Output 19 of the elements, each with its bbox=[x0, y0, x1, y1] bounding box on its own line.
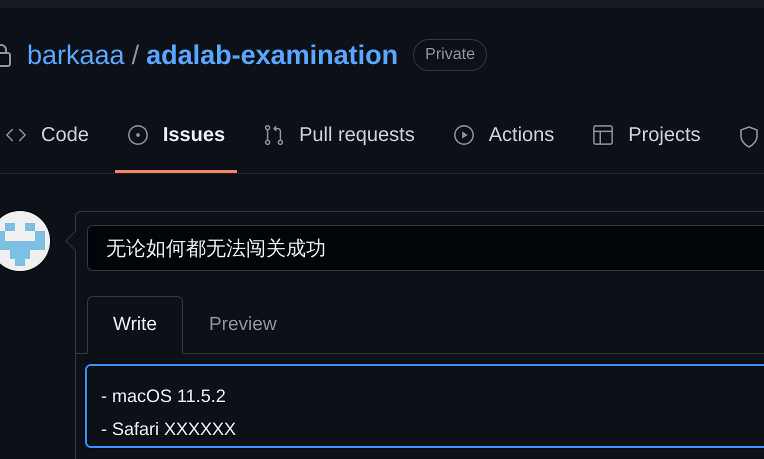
visibility-label: Private bbox=[413, 39, 487, 71]
nav-tab[interactable]: Code bbox=[0, 110, 101, 173]
pull-request-icon bbox=[263, 124, 286, 146]
owner-link[interactable]: barkaaa bbox=[27, 34, 125, 76]
nav-tab[interactable]: Projects bbox=[580, 110, 713, 173]
editor-tab[interactable]: Preview bbox=[182, 296, 303, 354]
table-icon bbox=[592, 124, 614, 146]
title-field[interactable]: 无论如何都无法闯关成功 bbox=[87, 225, 764, 271]
path-separator: / bbox=[132, 38, 140, 72]
nav-tab[interactable]: Issues bbox=[114, 110, 238, 173]
repo-name-link[interactable]: adalab-examination bbox=[146, 34, 398, 76]
nav-tab[interactable]: Pull requests bbox=[251, 110, 427, 173]
nav-tab[interactable]: Actions bbox=[440, 110, 566, 173]
play-icon bbox=[452, 124, 475, 146]
avatar bbox=[0, 211, 50, 271]
body-field[interactable]: - macOS 11.5.2 - Safari XXXXXX bbox=[85, 364, 764, 448]
circle-dot-icon bbox=[126, 124, 149, 146]
editor-tab[interactable]: Write bbox=[87, 296, 183, 354]
shield-icon[interactable] bbox=[738, 126, 759, 148]
